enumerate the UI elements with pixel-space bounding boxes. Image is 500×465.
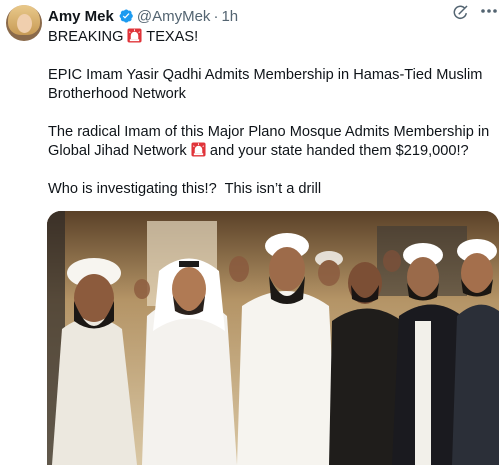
avatar[interactable] [6,5,42,41]
tweet-line-1: BREAKING TEXAS! [48,28,498,47]
paragraph-2-part-2: and your state handed them $219,000!? [209,143,469,159]
siren-emoji-icon [127,28,143,43]
group-photo-illustration [47,211,499,465]
breaking-text: BREAKING [48,29,124,45]
tweet-photo[interactable] [47,211,499,465]
author-name[interactable]: Amy Mek [48,8,114,25]
tweet-paragraph-1: EPIC Imam Yasir Qadhi Admits Membership … [48,67,487,102]
tweet-paragraph-2: The radical Imam of this Major Plano Mos… [48,123,498,161]
tweet-text: BREAKING TEXAS! EPIC Imam Yasir Qadhi Ad… [48,28,498,218]
texas-text: TEXAS! [146,29,199,45]
tweet-header: Amy Mek @AmyMek · 1h [48,6,492,26]
more-icon[interactable] [480,8,498,14]
tweet-paragraph-3: Who is investigating this!? This isn’t a… [48,181,322,197]
grok-icon[interactable] [452,3,470,21]
separator-dot: · [213,7,219,25]
author-handle[interactable]: @AmyMek [137,8,211,25]
verified-badge-icon [119,9,133,23]
siren-emoji-icon [191,142,206,157]
timestamp[interactable]: 1h [221,8,238,25]
